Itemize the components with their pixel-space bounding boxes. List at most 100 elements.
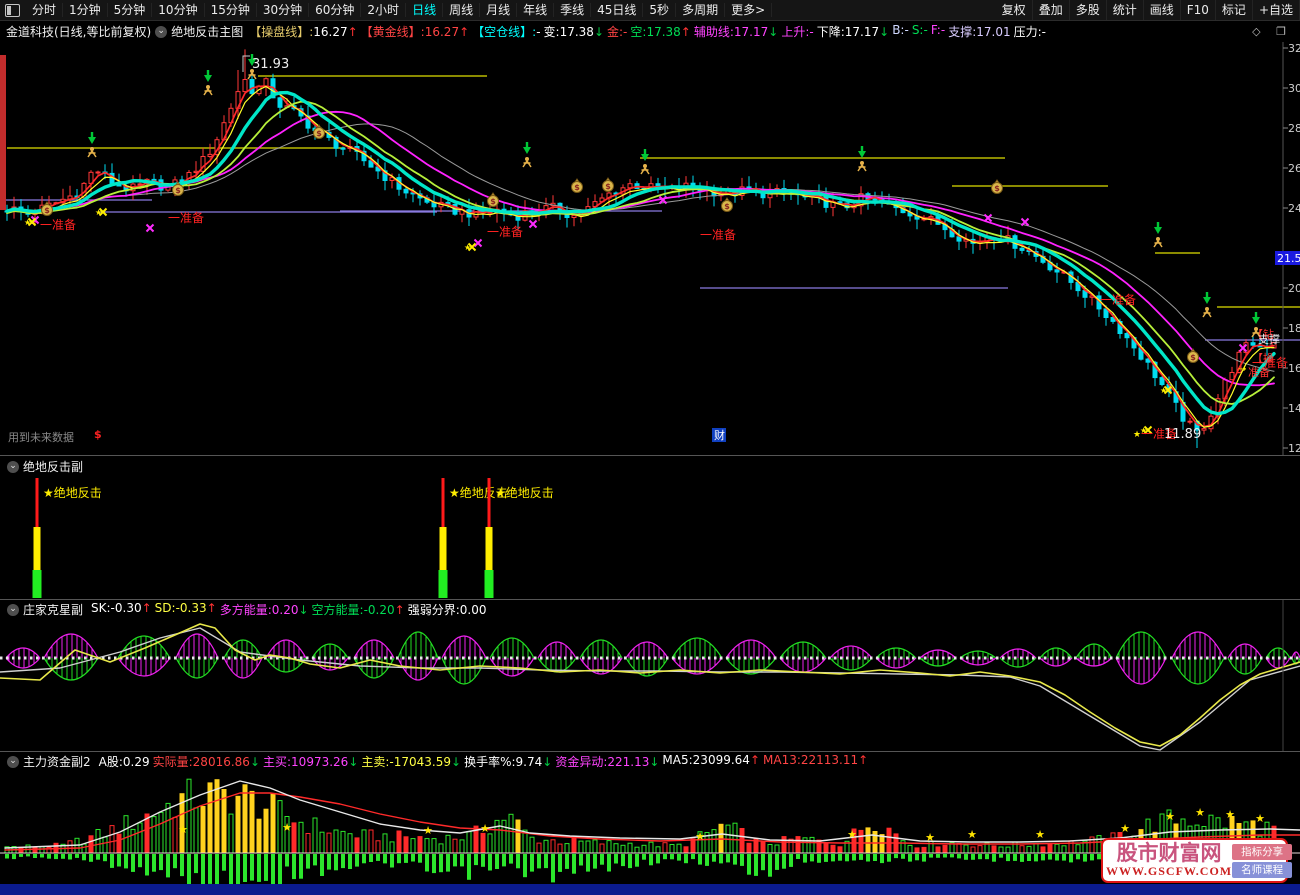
indicator-field: 金:- — [607, 25, 628, 39]
indicator-field: 强弱分界:0.00 — [407, 603, 487, 617]
svg-text:11.89: 11.89 — [1164, 427, 1201, 442]
menu-item-2小时[interactable]: 2小时 — [361, 3, 407, 17]
indicator-field: F:- — [930, 23, 946, 37]
main-candlestick-chart[interactable]: $$$$$ $$$$★★★★★一准备 一准备一准备 一准备一准备一准备31.93用到未… — [0, 42, 1300, 455]
top-menu-bar: 分时 1分钟 5分钟 10分钟 15分钟 30分钟 60分钟 2小时 日线 周线 月线 年线 季线 45日… — [0, 0, 1300, 21]
panel-fanji-title: 绝地反击副 — [23, 460, 84, 474]
svg-text:$: $ — [94, 428, 102, 441]
collapse-chevron-icon[interactable]: ⌄ — [7, 755, 19, 768]
indicator-field: MA5:23099.64↑ — [662, 753, 760, 767]
menu-item-统计[interactable]: 统计 — [1107, 0, 1144, 20]
indicator-field: MA13:22113.11↑ — [763, 753, 869, 767]
svg-text:财: 财 — [714, 428, 725, 442]
menu-item-5秒[interactable]: 5秒 — [643, 3, 677, 17]
menu-item-周线[interactable]: 周线 — [443, 3, 481, 17]
collapse-chevron-icon[interactable]: ⌄ — [7, 460, 19, 473]
svg-text:24: 24 — [1288, 202, 1300, 215]
menu-item-多股[interactable]: 多股 — [1070, 0, 1107, 20]
indicator-field: 资金异动:221.13↓ — [555, 755, 660, 769]
indicator-field: B:- — [892, 23, 909, 37]
svg-text:【操: 【操 — [1252, 351, 1274, 365]
menu-item-月线[interactable]: 月线 — [480, 3, 518, 17]
svg-text:26: 26 — [1288, 162, 1300, 175]
indicator-field: 压力:- — [1013, 25, 1046, 39]
panel-separator[interactable] — [0, 599, 1300, 600]
zijin-values: A股:0.29 实际量:28016.86↓ 主买:10973.26↓ 主卖:-1704… — [99, 753, 872, 770]
menu-item-复权[interactable]: 复权 — [996, 0, 1033, 20]
indicator-field: 实际量:28016.86↓ — [152, 755, 260, 769]
indicator-field: A股:0.29 — [98, 755, 150, 769]
indicator-field: 下降:17.17↓ — [816, 25, 890, 39]
panel-kexing-header: ⌄ 庄家克星副 SK:-0.30↑ SD:-0.33↑ 多方能量:0.20↓ 空方能量… — [3, 601, 489, 618]
kexing-oscillator-panel[interactable] — [0, 600, 1300, 751]
menu-item-分时[interactable]: 分时 — [26, 3, 64, 17]
svg-text:$: $ — [574, 183, 580, 192]
svg-text:一准备: 一准备 — [40, 218, 76, 232]
menu-item-画线[interactable]: 画线 — [1144, 0, 1181, 20]
main-indicator-name: 绝地反击主图 — [171, 25, 244, 39]
svg-text:32: 32 — [1288, 42, 1300, 55]
menu-item-1分钟[interactable]: 1分钟 — [63, 3, 108, 17]
svg-text:$: $ — [316, 129, 322, 138]
svg-text:一准备: 一准备 — [1100, 293, 1136, 307]
menu-item-+自选[interactable]: +自选 — [1253, 0, 1300, 20]
menu-item-更多>[interactable]: 更多> — [725, 3, 773, 17]
menu-item-30分钟[interactable]: 30分钟 — [256, 3, 310, 17]
menu-item-10分钟[interactable]: 10分钟 — [152, 3, 205, 17]
svg-text:30: 30 — [1288, 82, 1300, 95]
indicator-field: SD:-0.33↑ — [154, 601, 217, 615]
left-red-marker — [0, 55, 6, 210]
collapse-chevron-icon[interactable]: ⌄ — [7, 603, 19, 616]
svg-text:★: ★ — [847, 828, 857, 841]
svg-text:★: ★ — [423, 824, 433, 837]
menu-item-5分钟[interactable]: 5分钟 — [107, 3, 153, 17]
watermark-badge-2: 名师课程 — [1232, 861, 1293, 878]
panel-separator[interactable] — [0, 751, 1300, 752]
kexing-values: SK:-0.30↑ SD:-0.33↑ 多方能量:0.20↓ 空方能量:-0.20↑ 强… — [91, 601, 489, 618]
svg-text:$: $ — [605, 182, 611, 191]
menu-item-多周期[interactable]: 多周期 — [676, 3, 726, 17]
svg-text:★: ★ — [480, 822, 490, 835]
panel-fanji-header: ⌄ 绝地反击副 — [3, 458, 91, 475]
menu-item-45日线[interactable]: 45日线 — [591, 3, 644, 17]
menu-item-叠加[interactable]: 叠加 — [1033, 0, 1070, 20]
menu-item-60分钟[interactable]: 60分钟 — [309, 3, 362, 17]
svg-text:12: 12 — [1288, 442, 1300, 455]
svg-text:★绝地反击: ★绝地反击 — [495, 485, 554, 500]
indicator-field: 主卖:-17043.59↓ — [361, 755, 462, 769]
svg-text:16: 16 — [1288, 362, 1300, 375]
svg-text:★: ★ — [1165, 810, 1175, 823]
svg-text:一准备: 一准备 — [700, 228, 736, 242]
svg-text:★: ★ — [967, 828, 977, 841]
menu-item-季线[interactable]: 季线 — [554, 3, 592, 17]
svg-text:$: $ — [44, 206, 50, 215]
svg-text:★: ★ — [1120, 822, 1130, 835]
indicator-field: 换手率%:9.74↓ — [464, 755, 553, 769]
panel-separator[interactable] — [0, 455, 1300, 456]
svg-text:$: $ — [1190, 353, 1196, 362]
menu-item-15分钟[interactable]: 15分钟 — [204, 3, 257, 17]
svg-text:用到未来数据: 用到未来数据 — [8, 430, 74, 444]
svg-text:14: 14 — [1288, 402, 1300, 415]
menu-item-年线[interactable]: 年线 — [517, 3, 555, 17]
svg-text:$: $ — [994, 184, 1000, 193]
indicator-values: 【操盘线】:16.27↑ 【黄金线】:16.27↑ 【空仓线】:- 变:17.38↓ 金… — [249, 23, 1049, 40]
panel-kexing-title: 庄家克星副 — [23, 603, 84, 617]
menu-item-日线[interactable]: 日线 — [406, 3, 444, 17]
indicator-field: 变:17.38↓ — [543, 25, 604, 39]
watermark-badge-1: 指标分享 — [1232, 843, 1293, 860]
svg-text:一准备: 一准备 — [487, 225, 523, 239]
indicator-field: S:- — [911, 23, 928, 37]
svg-text:★: ★ — [1133, 430, 1141, 440]
panel-zijin-header: ⌄ 主力资金副2 A股:0.29 实际量:28016.86↓ 主买:10973.26… — [3, 753, 871, 770]
svg-text:一准备: 一准备 — [168, 211, 204, 225]
menu-item-标记[interactable]: 标记 — [1216, 0, 1253, 20]
window-icon[interactable] — [5, 3, 20, 17]
site-watermark: 股市财富网 WWW.GSCFW.COM 指标分享 名师课程 — [1101, 838, 1293, 883]
infobar-corner-icons[interactable]: ◇ ❐ — [1252, 25, 1292, 38]
fanji-signal-panel[interactable]: ★绝地反击 ★绝地反击★绝地反击 — [0, 456, 1300, 599]
collapse-chevron-icon[interactable]: ⌄ — [155, 25, 168, 38]
svg-text:$: $ — [175, 186, 181, 195]
menu-item-F10[interactable]: F10 — [1181, 0, 1216, 20]
indicator-field: 【黄金线】:16.27↑ — [360, 25, 470, 39]
